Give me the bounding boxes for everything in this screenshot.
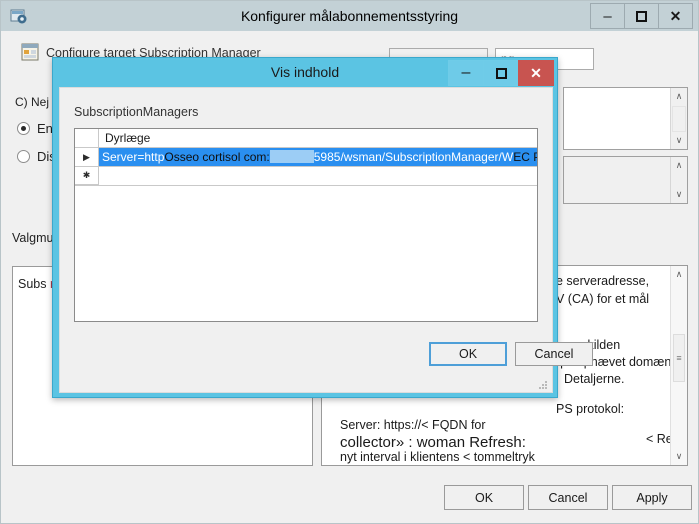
scroll-thumb[interactable]	[672, 106, 686, 132]
help-line-10: < Re	[646, 432, 673, 446]
subscription-managers-grid[interactable]: Dyrlæge ▶ Server=httpOsseo cortisol com:…	[74, 128, 538, 322]
scroll-up-icon[interactable]: ∧	[671, 266, 687, 283]
row-value-segment-a: Server=http	[102, 150, 165, 164]
scroll-up-icon[interactable]: ∧	[671, 157, 687, 174]
grid-header-row: Dyrlæge	[75, 129, 537, 148]
bottom-right-textbox-scrollbar[interactable]: ∧ ∨	[670, 157, 687, 203]
radio-enabled-dot	[17, 122, 30, 135]
bottom-right-textbox[interactable]: ∧ ∨	[563, 156, 688, 204]
row-value-gap	[269, 150, 314, 163]
row-value-segment-d: EC Pea	[513, 150, 537, 164]
row-selector-arrow-icon[interactable]: ▶	[75, 148, 99, 167]
option-group-label: C) Nej	[15, 95, 50, 109]
scroll-up-icon[interactable]: ∧	[671, 88, 687, 105]
row-value-segment-c: 5985/wsman/SubscriptionManager/W	[313, 150, 514, 164]
dialog-body: SubscriptionManagers Dyrlæge ▶ Server=ht…	[59, 87, 593, 393]
help-line-2: V (CA) for et mål	[556, 292, 650, 306]
scroll-down-icon[interactable]: ∨	[671, 448, 687, 465]
maximize-icon[interactable]	[624, 3, 659, 29]
resize-grip-icon[interactable]	[537, 378, 549, 390]
help-line-8: collector» : woman Refresh:	[340, 434, 526, 451]
scroll-down-icon[interactable]: ∨	[671, 186, 687, 203]
maximize-icon[interactable]	[483, 60, 519, 86]
top-right-textbox-scrollbar[interactable]: ∧ ∨	[670, 88, 687, 149]
help-line-5: Detaljerne.	[564, 372, 625, 386]
row-value-cell[interactable]: Server=httpOsseo cortisol com: 5985/wsman…	[99, 148, 537, 167]
help-line-1: e serveradresse,	[556, 274, 650, 288]
subscription-list-text-main: Subs	[18, 277, 47, 291]
dialog-cancel-button[interactable]: Cancel	[515, 342, 593, 366]
dialog-titlebar[interactable]: Vis indhold – ✕	[53, 58, 557, 87]
close-icon[interactable]: ✕	[658, 3, 693, 29]
scroll-thumb[interactable]: ≡	[673, 334, 685, 382]
apply-button[interactable]: Apply	[612, 485, 692, 510]
new-row-cell[interactable]	[99, 167, 537, 185]
subscription-list-text: Subs r	[18, 277, 54, 291]
grid-corner-cell[interactable]	[75, 129, 99, 147]
screen: Konfigurer målabonnementsstyring – ✕ Con…	[0, 0, 699, 524]
main-titlebar[interactable]: Konfigurer målabonnementsstyring – ✕	[1, 1, 698, 31]
minimize-icon[interactable]: –	[590, 3, 625, 29]
subscription-managers-label: SubscriptionManagers	[74, 105, 199, 119]
close-icon[interactable]: ✕	[518, 60, 554, 86]
table-row[interactable]: ▶ Server=httpOsseo cortisol com: 5985/wsm…	[75, 148, 537, 167]
grid-column-header-dyrlaege[interactable]: Dyrlæge	[99, 129, 537, 147]
table-row[interactable]: ✱	[75, 167, 537, 186]
policy-setting-icon	[21, 43, 40, 62]
dialog-window-controls: – ✕	[448, 60, 554, 86]
help-line-9: nyt interval i klientens < tommeltryk	[340, 450, 535, 464]
main-window-controls: – ✕	[590, 3, 693, 29]
top-right-textbox[interactable]: ∧ ∨	[563, 87, 688, 150]
dialog-ok-button[interactable]: OK	[429, 342, 507, 366]
minimize-icon[interactable]: –	[448, 60, 484, 86]
scroll-down-icon[interactable]: ∨	[671, 132, 687, 149]
radio-disabled-dot	[17, 150, 30, 163]
cancel-button[interactable]: Cancel	[528, 485, 608, 510]
row-value-segment-b: Osseo cortisol com:	[164, 150, 270, 164]
ok-button[interactable]: OK	[444, 485, 524, 510]
help-panel-scrollbar[interactable]: ∧ ≡ ∨	[670, 266, 687, 465]
new-row-asterisk-icon[interactable]: ✱	[75, 167, 99, 185]
vis-indhold-dialog: Vis indhold – ✕ SubscriptionManagers Dyr…	[52, 57, 593, 398]
help-line-7: Server: https://< FQDN for	[340, 418, 486, 432]
help-line-6: PS protokol:	[556, 402, 625, 416]
